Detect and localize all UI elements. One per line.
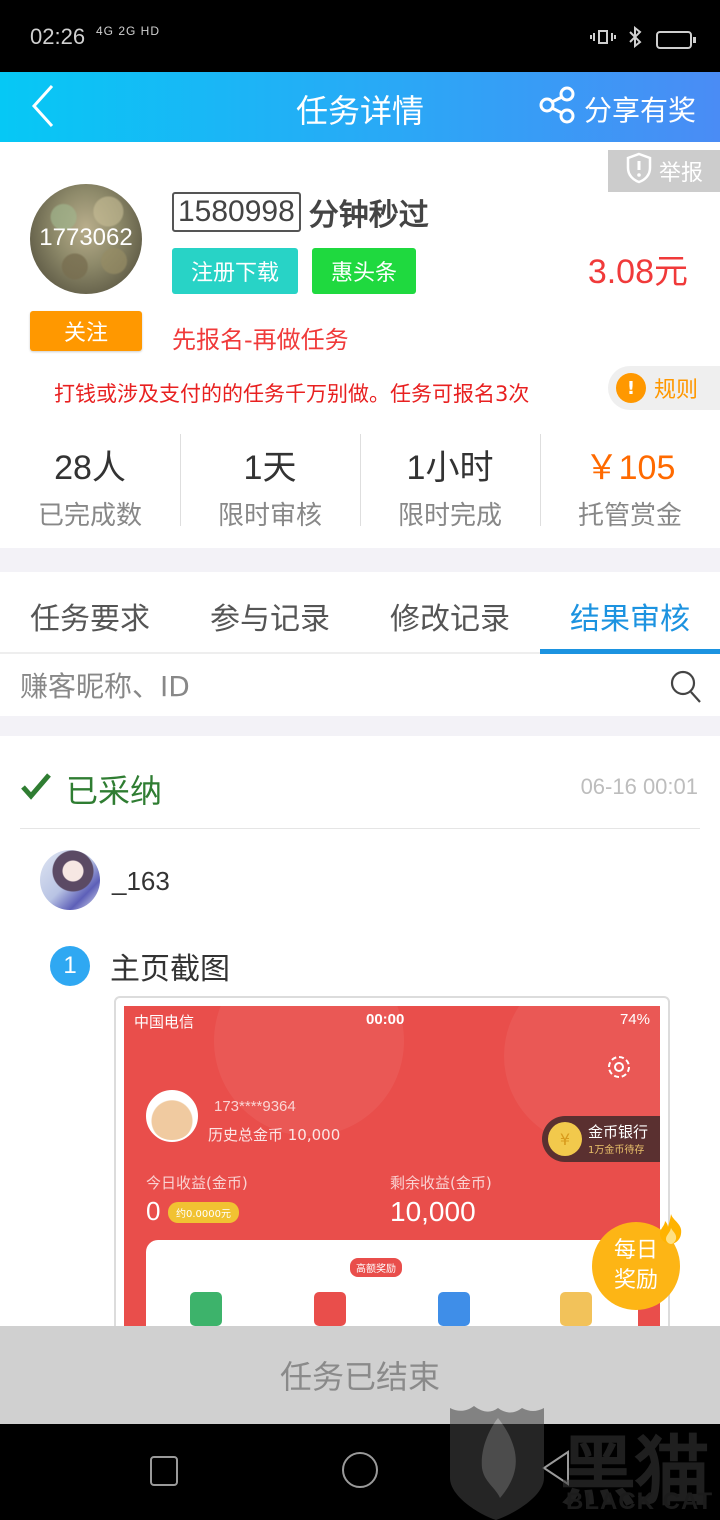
task-warning: 打钱或涉及支付的的任务千万别做。任务可报名3次 (54, 382, 530, 406)
screenshot-avatar (146, 1090, 198, 1142)
status-label: 已采纳 (66, 772, 163, 810)
vibrate-icon (590, 27, 616, 52)
remaining-income-value: 10,000 (390, 1196, 476, 1227)
stat-value: 1小时 (406, 449, 494, 487)
screenshot-battery: 74% (619, 1011, 650, 1028)
screenshot-phone: 173****9364 (214, 1098, 296, 1115)
stat-escrow-reward: ￥105 托管赏金 (540, 430, 720, 531)
stat-value: ￥105 (584, 449, 676, 487)
tab-result-review[interactable]: 结果审核 (540, 574, 720, 654)
status-bar: 02:26 4G 2G HD (0, 0, 720, 72)
wallet-icon (190, 1292, 222, 1326)
share-icon (538, 86, 576, 131)
home-icon[interactable] (342, 1452, 378, 1488)
tag-category: 注册下载 (172, 248, 298, 294)
task-title: 1580998 分钟秒过 (172, 190, 429, 234)
publisher-avatar[interactable]: 1773062 (30, 184, 142, 294)
section-divider (0, 716, 720, 736)
chart-icon (560, 1292, 592, 1326)
section-divider (0, 548, 720, 572)
screenshot-carrier: 中国电信 (134, 1014, 195, 1031)
publisher-id: 1773062 (39, 224, 133, 251)
report-label: 举报 (658, 161, 703, 186)
today-income-value: 0 (146, 1196, 161, 1226)
user-avatar[interactable] (40, 850, 100, 910)
screenshot-content: 中国电信 00:00 74% 173****9364 历史总金币 10,000 … (124, 1006, 660, 1334)
gear-icon (604, 1052, 634, 1086)
daily-line1: 每日 (613, 1238, 658, 1263)
share-label: 分享有奖 (583, 93, 696, 127)
step-header: 1 主页截图 (50, 944, 230, 988)
status-time: 02:26 (30, 24, 86, 49)
share-button[interactable]: 分享有奖 (538, 86, 696, 131)
app-header: 任务详情 分享有奖 (0, 72, 720, 142)
screenshot-status-bar: 中国电信 00:00 74% (124, 1006, 660, 1034)
task-price: 3.08元 (587, 253, 688, 291)
search-icon[interactable] (670, 670, 702, 708)
daily-line2: 奖励 (613, 1268, 658, 1293)
divider (20, 828, 700, 829)
review-time: 06-16 00:01 (580, 774, 698, 799)
follow-button[interactable]: 关注 (30, 311, 142, 351)
watermark-sub: BLACK CAT (566, 1488, 714, 1515)
bluetooth-icon (626, 25, 646, 53)
coin-bank-badge: ¥ 金币银行 1万金币待存 (542, 1116, 660, 1162)
screenshot-time: 00:00 (366, 1011, 405, 1028)
watermark: 黑猫 BLACK CAT (448, 1400, 720, 1520)
report-button[interactable]: 举报 (608, 150, 720, 192)
bank-title: 金币银行 (588, 1122, 649, 1141)
exclamation-icon: ! (616, 373, 646, 403)
task-stats: 28人 已完成数 1天 限时审核 1小时 限时完成 ￥105 托管赏金 (0, 430, 720, 531)
screenshot-menu-card: 高额奖励 (146, 1240, 638, 1334)
tab-participation[interactable]: 参与记录 (180, 574, 360, 652)
status-icons (590, 25, 696, 53)
step-number: 1 (50, 946, 90, 986)
rules-button[interactable]: ! 规则 (608, 366, 720, 410)
tab-bar: 任务要求 参与记录 修改记录 结果审核 (0, 574, 720, 654)
stat-value: 28人 (54, 449, 126, 487)
task-note: 先报名-再做任务 (172, 326, 349, 354)
stat-label: 限时完成 (397, 501, 502, 531)
user-name: _163 (112, 866, 170, 896)
black-cat-logo-icon (450, 1406, 544, 1520)
stat-complete-limit: 1小时 限时完成 (360, 430, 540, 531)
envelope-icon (314, 1292, 346, 1326)
task-name: 分钟秒过 (308, 198, 429, 233)
shield-alert-icon (625, 152, 653, 190)
step-label: 主页截图 (110, 952, 230, 987)
screenshot-history-coins: 历史总金币 10,000 (208, 1126, 341, 1144)
battery-icon (656, 30, 696, 49)
stat-completed: 28人 已完成数 (0, 430, 180, 531)
network-indicator: 4G 2G HD (96, 24, 161, 38)
stat-review-limit: 1天 限时审核 (180, 430, 360, 531)
task-id: 1580998 (172, 192, 301, 232)
rules-label: 规则 (654, 378, 699, 403)
clipboard-icon (438, 1292, 470, 1326)
recents-icon[interactable] (150, 1456, 178, 1486)
tab-edit-history[interactable]: 修改记录 (360, 574, 540, 652)
stat-label: 已完成数 (37, 501, 142, 531)
review-status: 已采纳 (20, 766, 162, 812)
tag-app: 惠头条 (312, 248, 416, 294)
coin-icon: ¥ (548, 1122, 582, 1156)
search-input[interactable] (0, 656, 720, 716)
bank-subtitle: 1万金币待存 (588, 1144, 645, 1156)
tab-requirements[interactable]: 任务要求 (0, 574, 180, 652)
stat-value: 1天 (243, 449, 297, 487)
flame-icon (656, 1212, 686, 1246)
remaining-income-label: 剩余收益(金币) (390, 1174, 492, 1192)
submitted-screenshot[interactable]: 中国电信 00:00 74% 173****9364 历史总金币 10,000 … (114, 996, 670, 1336)
search-bar (0, 656, 720, 716)
check-icon (20, 770, 52, 808)
today-income-label: 今日收益(金币) (146, 1174, 248, 1192)
today-approx-badge: 约0.0000元 (168, 1202, 239, 1223)
stat-label: 托管赏金 (577, 501, 682, 531)
hot-badge: 高额奖励 (350, 1258, 402, 1277)
stat-label: 限时审核 (217, 501, 322, 531)
